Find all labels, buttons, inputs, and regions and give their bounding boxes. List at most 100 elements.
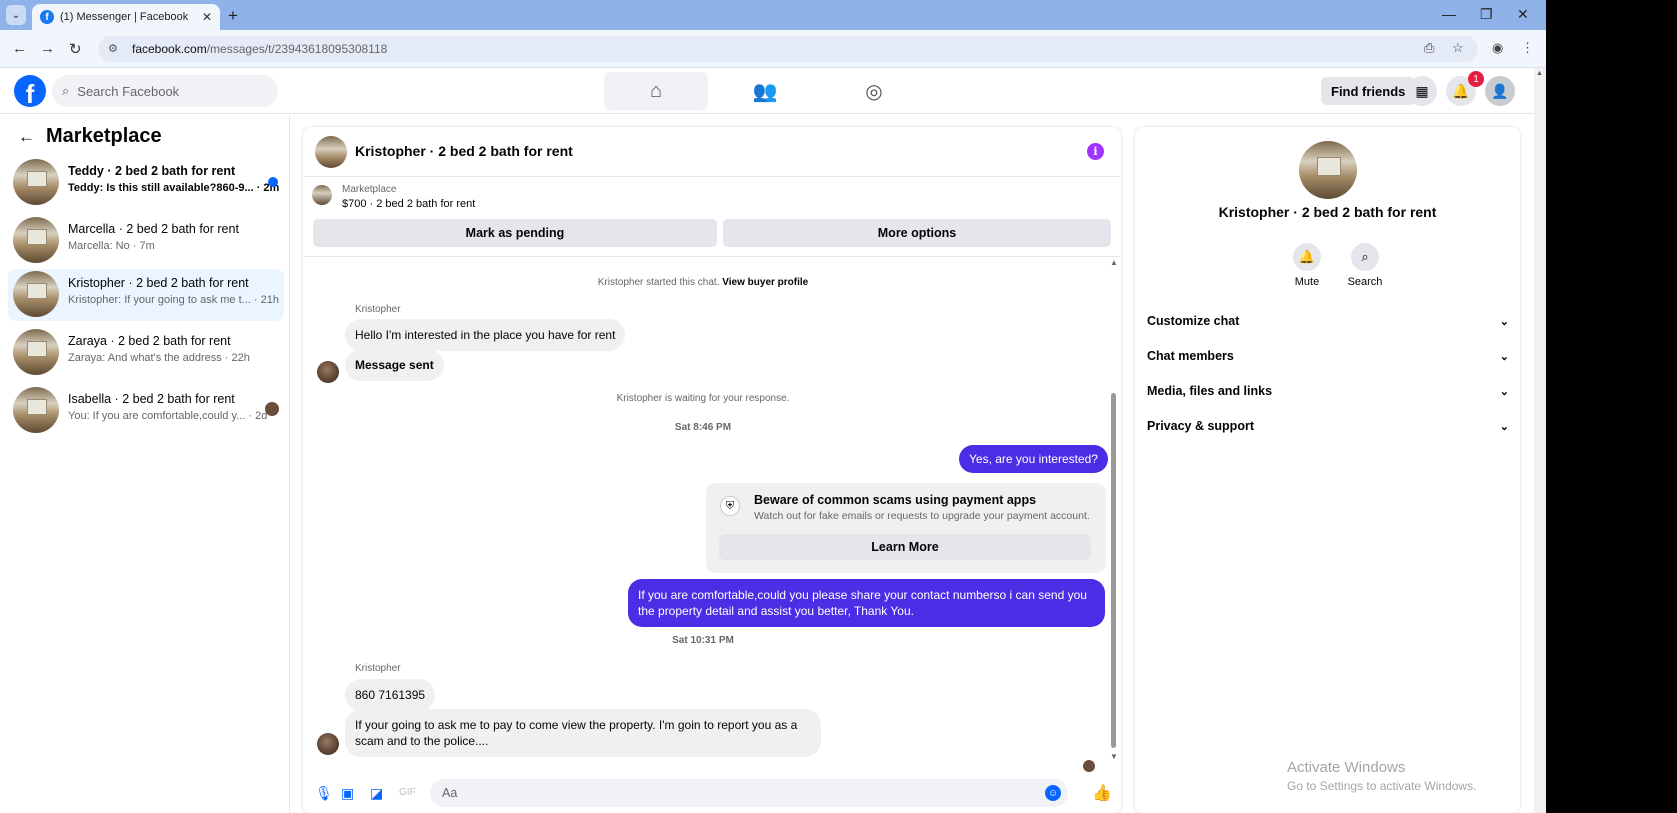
seen-avatar [1083, 760, 1095, 772]
reload-icon[interactable]: ↻ [69, 40, 82, 58]
profile-icon[interactable]: ◉ [1492, 40, 1503, 56]
section-label: Media, files and links [1147, 384, 1273, 398]
details-name: Kristopher · 2 bed 2 bath for rent [1218, 204, 1437, 220]
listing-avatar[interactable] [1299, 141, 1357, 199]
nav-groups-icon[interactable]: ◎ [822, 72, 926, 110]
facebook-search-input[interactable]: ⌕ Search Facebook [52, 75, 278, 107]
mute-button[interactable]: 🔔 Mute [1282, 243, 1332, 288]
incoming-message: If your going to ask me to pay to come v… [345, 709, 821, 757]
more-options-button[interactable]: More options [723, 219, 1111, 247]
minimize-window-icon[interactable]: — [1442, 6, 1456, 22]
install-app-icon[interactable]: ⎙ [1424, 40, 1434, 56]
facebook-logo-icon[interactable]: f [14, 75, 46, 107]
back-arrow-icon[interactable]: ← [12, 40, 27, 57]
sticker-icon[interactable]: ◪ [370, 785, 383, 802]
conversation-item[interactable]: Isabella · 2 bed 2 bath for rent You: If… [8, 385, 284, 437]
listing-thumbnail [13, 217, 59, 263]
conversation-snippet: Teddy: Is this still available?860-9... … [68, 182, 280, 194]
listing-thumbnail [13, 271, 59, 317]
site-settings-icon[interactable]: ⚙ [108, 42, 124, 56]
chat-window: Kristopher · 2 bed 2 bath for rent i Mar… [303, 127, 1121, 813]
chat-title[interactable]: Kristopher · 2 bed 2 bath for rent [355, 143, 573, 159]
nav-friends-icon[interactable]: 👥 [713, 72, 817, 110]
browser-tab-bar: ⌄ f (1) Messenger | Facebook ✕ + — ❐ ✕ [0, 0, 1546, 30]
address-bar: ← → ↻ ⚙ facebook.com/messages/t/23943618… [0, 30, 1546, 68]
started-text: Kristopher started this chat. [597, 277, 720, 288]
forward-arrow-icon[interactable]: → [40, 40, 55, 57]
listing-thumbnail [13, 159, 59, 205]
scroll-down-arrow-icon[interactable]: ▼ [1110, 752, 1118, 761]
chat-header: Kristopher · 2 bed 2 bath for rent i [303, 127, 1121, 177]
search-icon: ⌕ [62, 83, 70, 98]
privacy-support-section[interactable]: Privacy & support ⌄ [1147, 414, 1509, 438]
listing-source: Marketplace [342, 184, 397, 195]
search-icon: ⌕ [1351, 243, 1379, 271]
shield-icon: ⛨ [720, 496, 740, 516]
url-input[interactable]: ⚙ facebook.com/messages/t/23943618095308… [98, 36, 1478, 62]
nav-home-icon[interactable]: ⌂ [604, 72, 708, 110]
close-window-icon[interactable]: ✕ [1517, 6, 1529, 23]
info-icon[interactable]: i [1087, 143, 1104, 160]
microphone-icon[interactable]: 🎙 [315, 785, 333, 802]
timestamp: Sat 10:31 PM [672, 635, 734, 646]
activate-windows-watermark: Activate Windows Go to Settings to activ… [1287, 759, 1476, 793]
conversation-snippet: Zaraya: And what's the address · 22h [68, 352, 250, 364]
restore-window-icon[interactable]: ❐ [1480, 6, 1493, 23]
sender-avatar[interactable] [317, 733, 339, 755]
listing-price[interactable]: $700 · 2 bed 2 bath for rent [342, 198, 475, 210]
thumbs-up-icon[interactable]: 👍 [1092, 783, 1112, 803]
page-scrollbar[interactable]: ▲ [1534, 68, 1546, 813]
media-files-links-section[interactable]: Media, files and links ⌄ [1147, 379, 1509, 403]
scroll-up-arrow-icon[interactable]: ▲ [1110, 258, 1118, 267]
find-friends-button[interactable]: Find friends [1321, 77, 1416, 105]
chevron-down-icon: ⌄ [1499, 385, 1509, 398]
browser-tab[interactable]: f (1) Messenger | Facebook ✕ [32, 4, 220, 30]
bookmark-star-icon[interactable]: ☆ [1452, 40, 1464, 56]
emoji-icon[interactable]: ☺ [1045, 785, 1061, 801]
incoming-message: Hello I'm interested in the place you ha… [345, 319, 626, 351]
conversation-item[interactable]: Teddy · 2 bed 2 bath for rent Teddy: Is … [8, 157, 284, 209]
conversation-item[interactable]: Marcella · 2 bed 2 bath for rent Marcell… [8, 215, 284, 267]
sender-name: Kristopher [355, 663, 401, 674]
panel-title: Marketplace [46, 125, 162, 147]
account-avatar[interactable]: 👤 [1485, 76, 1515, 106]
view-buyer-profile-link[interactable]: View buyer profile [722, 277, 808, 288]
conversation-item-active[interactable]: Kristopher · 2 bed 2 bath for rent Krist… [8, 269, 284, 321]
new-tab-plus-icon[interactable]: + [228, 6, 238, 26]
unread-dot-icon [268, 177, 278, 187]
section-label: Privacy & support [1147, 419, 1254, 433]
seen-avatar [265, 402, 279, 416]
tab-close-icon[interactable]: ✕ [202, 10, 212, 24]
url-path: /messages/t/23943618095308118 [206, 42, 388, 56]
learn-more-button[interactable]: Learn More [719, 534, 1091, 560]
chat-thumbnail[interactable] [315, 136, 347, 168]
back-arrow-icon[interactable]: ← [18, 127, 35, 147]
outgoing-message: Yes, are you interested? [959, 445, 1108, 473]
listing-bar: Marketplace $700 · 2 bed 2 bath for rent… [303, 177, 1121, 257]
conversation-item[interactable]: Zaraya · 2 bed 2 bath for rent Zaraya: A… [8, 327, 284, 379]
photo-icon[interactable]: ▣ [341, 785, 354, 802]
waiting-notice: Kristopher is waiting for your response. [616, 393, 790, 404]
customize-chat-section[interactable]: Customize chat ⌄ [1147, 309, 1509, 333]
search-button[interactable]: ⌕ Search [1340, 243, 1390, 288]
conversation-snippet: You: If you are comfortable,could y... ·… [68, 410, 268, 422]
conversation-name: Marcella · 2 bed 2 bath for rent [68, 222, 239, 236]
tab-search-chevron-icon[interactable]: ⌄ [6, 5, 26, 25]
gif-icon[interactable]: GIF [399, 787, 416, 798]
screen: ⌄ f (1) Messenger | Facebook ✕ + — ❐ ✕ ←… [0, 0, 1546, 813]
scroll-thumb[interactable] [1111, 393, 1116, 748]
search-label: Search [1347, 276, 1383, 288]
sender-avatar[interactable] [317, 361, 339, 383]
incoming-message: 860 7161395 [345, 679, 436, 711]
menu-grid-icon[interactable]: ▦ [1407, 76, 1437, 106]
url-host: facebook.com [132, 42, 207, 56]
mark-as-pending-button[interactable]: Mark as pending [313, 219, 717, 247]
chat-members-section[interactable]: Chat members ⌄ [1147, 344, 1509, 368]
chat-scrollbar[interactable]: ▲ ▼ [1110, 258, 1118, 763]
kebab-menu-icon[interactable]: ⋮ [1521, 40, 1534, 56]
search-placeholder: Search Facebook [77, 83, 180, 99]
scroll-up-arrow-icon[interactable]: ▲ [1536, 70, 1543, 77]
message-composer: 🎙 ▣ ◪ GIF Aa ☺ 👍 [303, 773, 1121, 813]
conversation-name: Teddy · 2 bed 2 bath for rent [68, 164, 236, 178]
message-input[interactable]: Aa [430, 779, 1068, 807]
